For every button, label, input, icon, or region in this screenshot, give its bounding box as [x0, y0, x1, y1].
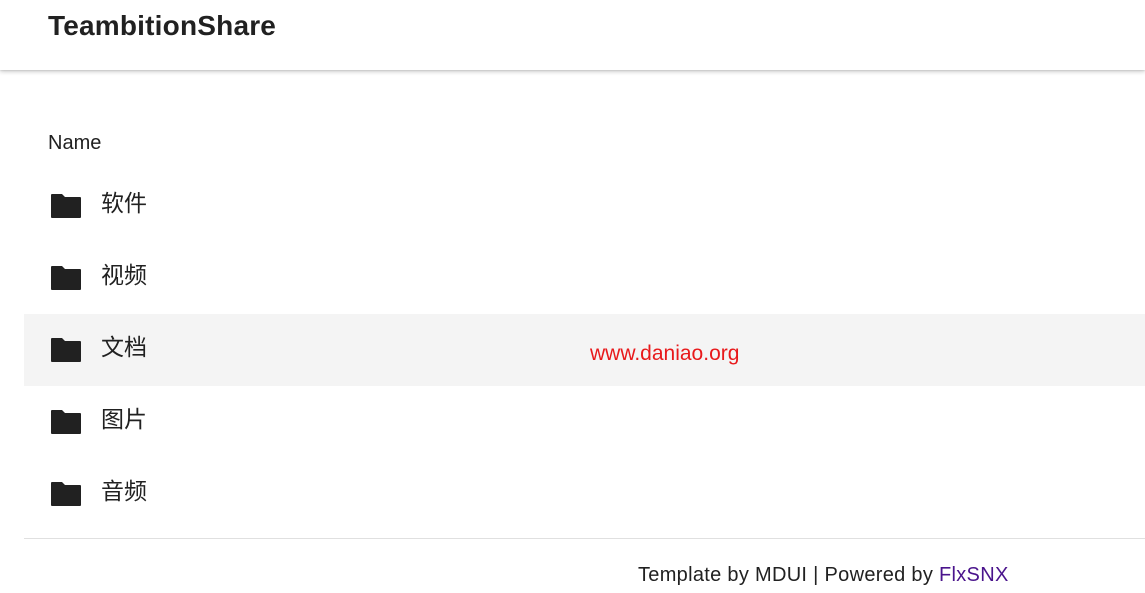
footer-divider	[24, 538, 1145, 539]
folder-name[interactable]: 视频	[101, 262, 147, 290]
footer-separator: |	[813, 564, 819, 586]
name-column-header[interactable]: Name	[48, 130, 101, 156]
folder-name[interactable]: 图片	[101, 406, 147, 434]
folder-name[interactable]: 音频	[101, 478, 147, 506]
folder-icon	[51, 266, 81, 290]
site-title[interactable]: TeambitionShare	[48, 8, 276, 44]
file-list: Name 软件 视频 文档 图片 音频	[24, 110, 1145, 530]
folder-icon	[51, 482, 81, 506]
folder-row[interactable]: 文档	[24, 314, 1145, 386]
folder-row[interactable]: 音频	[24, 458, 1145, 530]
footer-powered-text: Powered by	[824, 564, 934, 586]
folder-row[interactable]: 图片	[24, 386, 1145, 458]
folder-row[interactable]: 视频	[24, 242, 1145, 314]
footer-powered-link[interactable]: FlxSNX	[939, 564, 1009, 586]
folder-row[interactable]: 软件	[24, 170, 1145, 242]
footer-template-text: Template by MDUI	[638, 564, 808, 586]
folder-name[interactable]: 软件	[101, 190, 147, 218]
folder-icon	[51, 338, 81, 362]
list-header: Name	[24, 110, 1145, 170]
folder-name[interactable]: 文档	[101, 334, 147, 362]
footer: Template by MDUI | Powered by FlxSNX	[638, 562, 1009, 588]
folder-icon	[51, 194, 81, 218]
watermark-text: www.daniao.org	[590, 342, 740, 365]
app-bar: TeambitionShare	[0, 0, 1145, 70]
folder-icon	[51, 410, 81, 434]
